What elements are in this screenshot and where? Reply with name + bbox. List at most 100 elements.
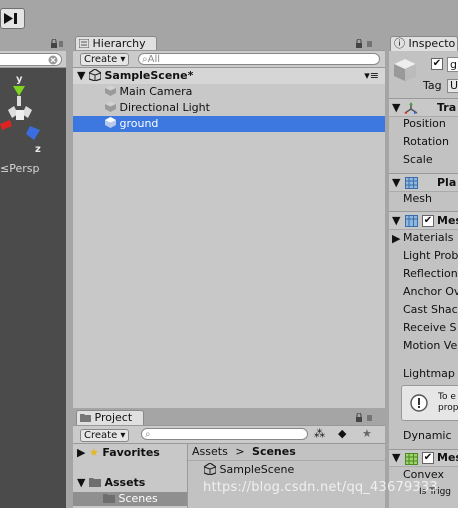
scene-menu-icon[interactable]: ▾≡	[364, 68, 379, 84]
reflection-probes-label: Reflection	[403, 267, 458, 280]
motion-vectors-label: Motion Ve	[403, 339, 458, 352]
expand-arrow-icon[interactable]: ▼	[392, 176, 400, 189]
tag-dropdown[interactable]: U	[447, 79, 458, 93]
clear-search-icon[interactable]	[48, 55, 58, 65]
expand-arrow-icon[interactable]: ▼	[77, 476, 85, 489]
hierarchy-item-directional-light[interactable]: Directional Light	[73, 100, 385, 116]
project-content: Assets > Scenes SampleScene	[187, 444, 386, 508]
transform-icon	[404, 102, 418, 114]
tree-item-assets[interactable]: ▼ Assets	[73, 474, 187, 492]
hierarchy-search-input[interactable]: ⌕All	[138, 53, 380, 65]
create-label: Create	[84, 54, 118, 65]
gameobject-cube-icon	[394, 59, 416, 81]
favorite-star-icon[interactable]: ★	[362, 427, 372, 440]
dropdown-arrow-icon: ▾	[120, 430, 126, 441]
mesh-renderer-enabled-checkbox[interactable]: ✔	[422, 215, 434, 227]
tree-item-label: Favorites	[102, 446, 160, 459]
hierarchy-lock-menu-icon[interactable]	[355, 39, 379, 49]
breadcrumb: Assets > Scenes	[188, 444, 386, 461]
tab-hierarchy-label: Hierarchy	[92, 37, 146, 50]
list-icon	[78, 38, 90, 49]
filter-by-label-icon[interactable]: ◆	[338, 427, 346, 440]
scale-label: Scale	[403, 153, 433, 166]
light-probes-label: Light Prob	[403, 249, 458, 262]
position-label: Position	[403, 117, 446, 130]
lightmap-info-box: To e prop	[401, 385, 458, 421]
breadcrumb-current[interactable]: Scenes	[252, 445, 296, 458]
tab-project[interactable]: Project	[76, 410, 144, 425]
gizmo-y-label: y	[16, 74, 23, 85]
folder-icon	[88, 478, 101, 487]
search-placeholder: All	[147, 54, 161, 65]
inspector-body: ✔ g Tag U ▼ Tra Position Rotation Scale …	[389, 51, 458, 508]
mesh-renderer-icon	[405, 215, 418, 227]
mesh-filter-icon	[405, 177, 418, 189]
mesh-collider-header[interactable]: ▼ ✔ Mes	[389, 449, 458, 467]
file-item-samplescene[interactable]: SampleScene	[203, 462, 295, 478]
hierarchy-item-ground[interactable]: ground	[73, 116, 385, 132]
info-text-line-2: prop	[438, 403, 458, 413]
panel-splitter-left[interactable]	[66, 36, 73, 508]
orientation-gizmo[interactable]	[0, 68, 66, 158]
gameobject-icon	[105, 117, 116, 128]
filter-by-type-icon[interactable]: ⁂	[314, 427, 325, 440]
tree-item-scenes[interactable]: Scenes	[73, 492, 187, 506]
breadcrumb-root[interactable]: Assets	[192, 445, 228, 458]
folder-icon	[80, 414, 91, 422]
star-icon: ★	[88, 446, 99, 459]
tree-item-favorites[interactable]: ▶ ★ Favorites	[73, 444, 187, 462]
project-create-button[interactable]: Create ▾	[80, 429, 130, 442]
expand-arrow-icon[interactable]: ▼	[392, 101, 400, 114]
tag-label: Tag	[423, 79, 442, 92]
dropdown-arrow-icon: ▾	[120, 54, 126, 65]
project-search-input[interactable]: ⌕	[141, 428, 308, 440]
projection-text: Persp	[9, 162, 40, 175]
projection-label[interactable]: ≤Persp	[0, 162, 39, 175]
expand-arrow-icon[interactable]: ▼	[77, 69, 85, 82]
step-button[interactable]	[0, 8, 25, 29]
watermark-text: https://blog.csdn.net/qq_43679333	[203, 480, 438, 495]
mesh-filter-title: Pla	[437, 176, 457, 189]
projection-prefix: ≤	[0, 162, 10, 175]
scene-name: SampleScene*	[104, 69, 194, 82]
hierarchy-item-main-camera[interactable]: Main Camera	[73, 84, 385, 100]
scene-tab-menu-icon[interactable]	[50, 39, 64, 49]
scene-search-input[interactable]	[0, 53, 62, 66]
receive-shadows-label: Receive S	[403, 321, 457, 334]
info-text-line-1: To e	[438, 392, 456, 402]
materials-label[interactable]: Materials	[403, 229, 453, 247]
object-name-value: g	[450, 58, 457, 71]
info-circle-icon	[410, 394, 428, 412]
expand-arrow-icon[interactable]: ▶	[77, 446, 85, 459]
hierarchy-create-button[interactable]: Create ▾	[80, 53, 130, 66]
tab-project-label: Project	[94, 411, 133, 424]
info-icon: ⓘ	[394, 37, 405, 50]
project-folder-tree: ▶ ★ Favorites ▼ Assets Scenes	[73, 444, 187, 508]
tab-hierarchy[interactable]: Hierarchy	[75, 36, 157, 51]
anchor-override-label: Anchor Ov	[403, 285, 458, 298]
lightmap-label: Lightmap	[403, 367, 455, 380]
object-name-field[interactable]: g	[447, 57, 458, 72]
gameobject-icon	[105, 101, 116, 112]
hierarchy-list: ▼ SampleScene* ▾≡ Main Camera Directiona…	[73, 68, 385, 408]
mesh-renderer-header[interactable]: ▼ ✔ Mes	[389, 211, 458, 230]
expand-arrow-icon[interactable]: ▼	[392, 214, 400, 227]
tag-value: U	[450, 79, 458, 92]
tab-inspector-label: Inspecto	[408, 37, 456, 50]
main-toolbar	[0, 0, 458, 36]
project-lock-menu-icon[interactable]	[355, 413, 379, 423]
expand-arrow-icon[interactable]: ▼	[392, 451, 400, 464]
hierarchy-item-label: ground	[119, 117, 159, 130]
breadcrumb-separator: >	[235, 445, 245, 458]
unity-scene-icon	[203, 462, 217, 476]
mesh-collider-enabled-checkbox[interactable]: ✔	[422, 452, 434, 464]
file-item-label: SampleScene	[219, 463, 295, 476]
scene-tabbar	[0, 36, 66, 51]
folder-icon	[103, 494, 115, 503]
scene-viewport[interactable]: y z ≤Persp	[0, 68, 66, 508]
expand-arrow-icon[interactable]: ▶	[392, 232, 400, 245]
gizmo-z-label: z	[35, 144, 41, 155]
scene-header-row[interactable]: ▼ SampleScene* ▾≡	[73, 68, 385, 84]
active-checkbox[interactable]: ✔	[431, 58, 443, 70]
tab-inspector[interactable]: ⓘ Inspecto	[390, 36, 458, 51]
